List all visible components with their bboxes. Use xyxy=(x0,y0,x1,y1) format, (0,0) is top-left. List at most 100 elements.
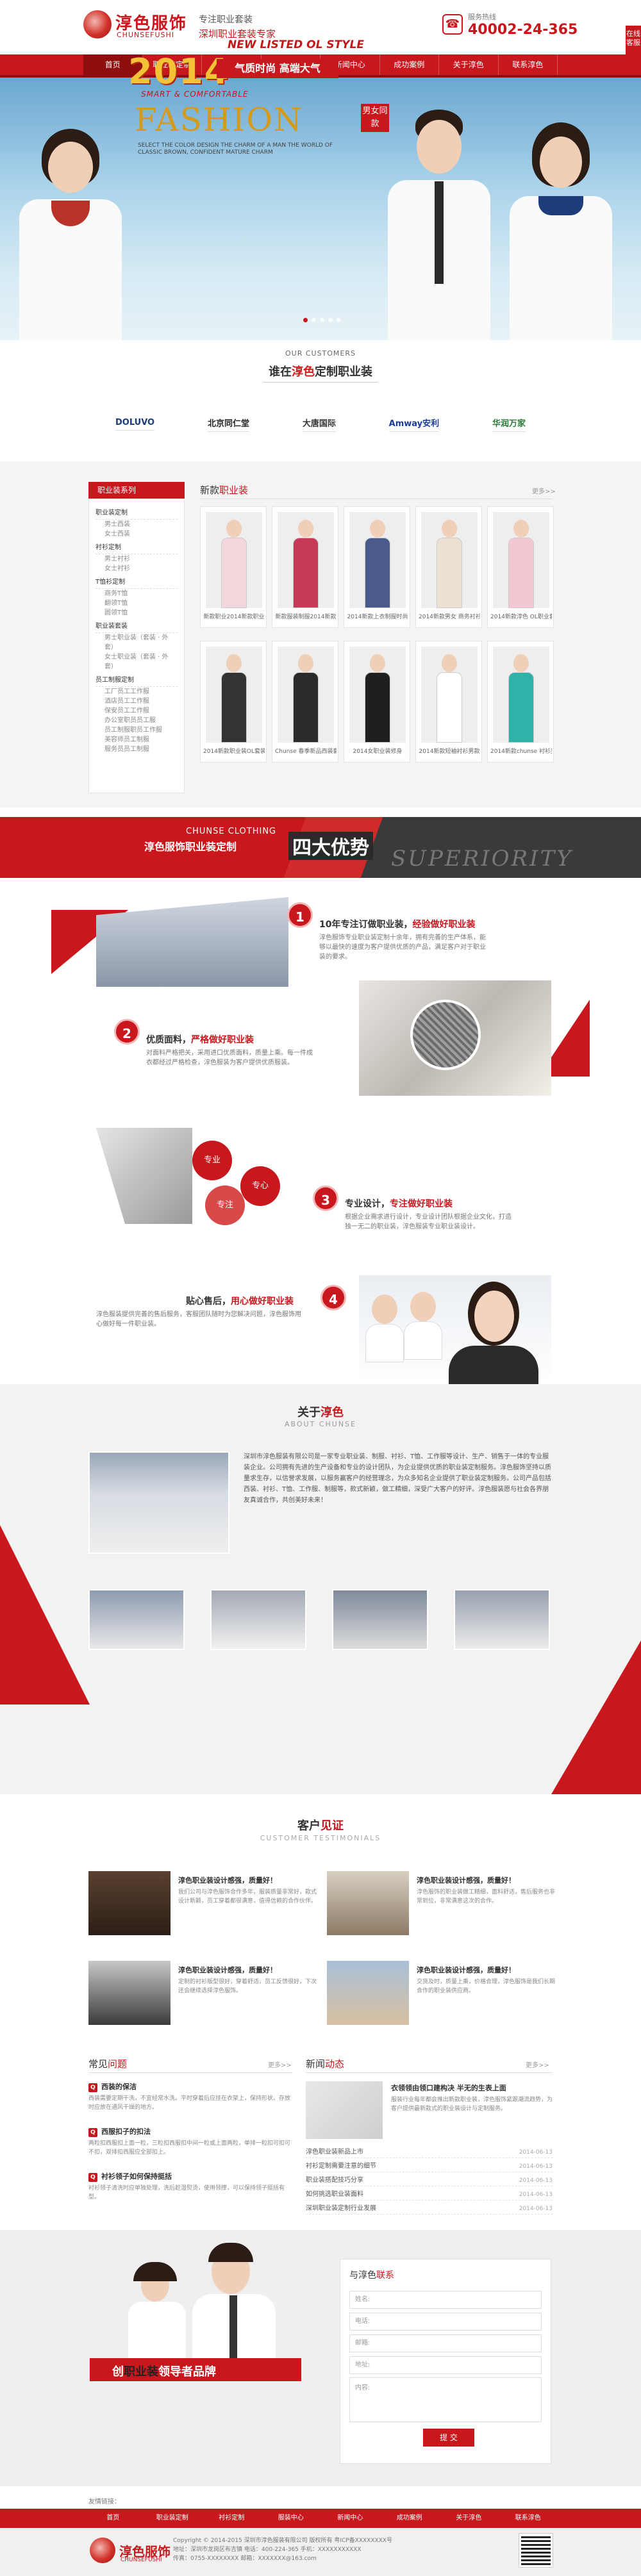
header-slogan: 专注职业套装 xyxy=(199,15,253,25)
product-card[interactable]: 2014新款chunse 衬衫男款 xyxy=(487,641,554,763)
testimonial-card[interactable]: 淳色职业装设计感强，质量好！ 交货及时，质量上乘，价格合理，淳色服饰是我们长期合… xyxy=(327,1961,558,2031)
news-feature-title[interactable]: 衣领领由领口建构决 半无的生表上面 xyxy=(391,2083,506,2093)
phone-field[interactable]: 电话: xyxy=(349,2313,542,2331)
about-thumbnail[interactable] xyxy=(332,1589,428,1650)
faq-question[interactable]: 西服扣子的扣法 xyxy=(88,2126,292,2137)
sidebar-category[interactable]: 职业装套装 xyxy=(96,620,178,633)
sidebar-category[interactable]: 衬衫定制 xyxy=(96,541,178,554)
faq-question[interactable]: 衬衫领子如何保持挺括 xyxy=(88,2171,292,2182)
testimonials-title: 客户见证 xyxy=(0,1817,641,1833)
footer-nav-item[interactable]: 联系淳色 xyxy=(499,2509,558,2528)
circle-badge: 专注 xyxy=(205,1185,245,1225)
news-item-title: 衬衫定制需要注意的细节 xyxy=(306,2163,376,2170)
product-caption[interactable]: 2014女职业装修身 xyxy=(347,747,408,755)
news-more-link[interactable]: 更多>> xyxy=(526,2060,549,2069)
customer-logo[interactable]: Amway安利 xyxy=(388,414,440,432)
footer-nav-item[interactable]: 新闻中心 xyxy=(320,2509,380,2528)
customer-logo[interactable]: 华润万家 xyxy=(492,414,526,432)
product-card[interactable]: 新款职业2014新款职业 xyxy=(200,506,267,628)
logo-icon[interactable] xyxy=(83,10,112,38)
testimonial-text: 淳色服饰的职业装做工精细，面料舒适，售后服务也非常到位，非常满意这次的合作。 xyxy=(417,1889,556,1904)
footer-nav-item[interactable]: 职业装定制 xyxy=(143,2509,203,2528)
sidebar-subcategory[interactable]: 商务T恤 xyxy=(96,589,178,599)
testimonial-card[interactable]: 淳色职业装设计感强，质量好！ 我们公司与淳色服饰合作多年，服装质量非常好，款式设… xyxy=(88,1871,319,1942)
customers-title-pre: 谁在 xyxy=(269,365,292,379)
sidebar-subcategory[interactable]: 保安员工工作服 xyxy=(96,706,178,716)
news-list-item[interactable]: 淳色职业装新品上市 2014-06-13 xyxy=(306,2147,553,2158)
testimonial-card[interactable]: 淳色职业装设计感强，质量好！ 淳色服饰的职业装做工精细，面料舒适，售后服务也非常… xyxy=(327,1871,558,1942)
product-card[interactable]: Chunse 春季新品西装套装 xyxy=(272,641,338,763)
about-thumbnail[interactable] xyxy=(88,1589,185,1650)
product-card[interactable]: 2014新款淳色 OL职业套装 xyxy=(487,506,554,628)
slider-dot[interactable] xyxy=(312,318,316,322)
product-card[interactable]: 2014新款上衣制服时尚 xyxy=(344,506,410,628)
footer-nav-item[interactable]: 衬衫定制 xyxy=(202,2509,262,2528)
customer-logo[interactable]: 大唐国际 xyxy=(302,414,336,432)
sidebar-subcategory[interactable]: 男士职业装（套装 · 外套） xyxy=(96,633,178,652)
slider-dot[interactable] xyxy=(303,318,308,322)
testimonial-card[interactable]: 淳色职业装设计感强，质量好！ 定制的衬衫版型很好，穿着舒适，员工反馈很好，下次还… xyxy=(88,1961,319,2031)
product-card[interactable]: 新款服装制服2014新款 xyxy=(272,506,338,628)
sidebar-subcategory[interactable]: 男士西装 xyxy=(96,520,178,529)
sidebar-subcategory[interactable]: 美容师员工制服 xyxy=(96,735,178,745)
advantage-title-4: 贴心售后，用心做好职业装 xyxy=(186,1294,294,1307)
footer-nav-item[interactable]: 首页 xyxy=(83,2509,143,2528)
address-field[interactable]: 地址: xyxy=(349,2356,542,2374)
sidebar-subcategory[interactable]: 女士衬衫 xyxy=(96,564,178,574)
product-card[interactable]: 2014女职业装修身 xyxy=(344,641,410,763)
news-feature-image[interactable] xyxy=(306,2081,383,2139)
submit-button[interactable]: 提 交 xyxy=(423,2429,474,2447)
faq-more-link[interactable]: 更多>> xyxy=(268,2060,292,2069)
sidebar-subcategory[interactable]: 工厂员工工作服 xyxy=(96,687,178,697)
sidebar-subcategory[interactable]: 圆领T恤 xyxy=(96,608,178,618)
sidebar-subcategory[interactable]: 酒店员工工作服 xyxy=(96,697,178,706)
hero-banner[interactable] xyxy=(0,78,641,340)
message-field[interactable]: 内容: xyxy=(349,2377,542,2422)
product-card[interactable]: 2014新款短袖衬衫男款 xyxy=(415,641,482,763)
product-caption[interactable]: 2014新款职业装OL套装 xyxy=(203,747,265,755)
slider-dot[interactable] xyxy=(320,318,324,322)
slider-dot[interactable] xyxy=(337,318,341,322)
footer-address: 地址：深圳市龙岗区布吉镇 电话：400-224-365 手机：XXXXXXXXX… xyxy=(173,2547,362,2553)
product-caption[interactable]: 新款职业2014新款职业 xyxy=(203,612,265,620)
product-caption[interactable]: 2014新款chunse 衬衫男款 xyxy=(490,747,552,755)
footer-nav-item[interactable]: 成功案例 xyxy=(380,2509,440,2528)
news-list-item[interactable]: 深圳职业装定制行业发展 2014-06-13 xyxy=(306,2203,553,2215)
about-thumbnail[interactable] xyxy=(210,1589,306,1650)
sidebar-subcategory[interactable]: 女士职业装（套装 · 外套） xyxy=(96,652,178,672)
sidebar-subcategory[interactable]: 翻领T恤 xyxy=(96,599,178,608)
more-link[interactable]: 更多>> xyxy=(532,486,556,495)
sidebar-category[interactable]: 职业装定制 xyxy=(96,507,178,520)
about-thumbnail[interactable] xyxy=(454,1589,550,1650)
slider-dot[interactable] xyxy=(328,318,333,322)
nav-item-cases[interactable]: 成功案例 xyxy=(380,54,439,75)
product-caption[interactable]: 2014新款短袖衬衫男款 xyxy=(419,747,480,755)
nav-item-contact[interactable]: 联系淳色 xyxy=(499,54,558,75)
sidebar-subcategory[interactable]: 女士西装 xyxy=(96,529,178,539)
product-card[interactable]: 2014新款男女 商务衬衫 xyxy=(415,506,482,628)
sidebar-category[interactable]: T恤衫定制 xyxy=(96,576,178,589)
news-list-item[interactable]: 如何挑选职业装面料 2014-06-13 xyxy=(306,2189,553,2200)
product-card[interactable]: 2014新款职业装OL套装 xyxy=(200,641,267,763)
sidebar-subcategory[interactable]: 服务员员工制服 xyxy=(96,745,178,754)
product-caption[interactable]: 2014新款上衣制服时尚 xyxy=(347,612,408,620)
name-field[interactable]: 姓名: xyxy=(349,2291,542,2309)
product-caption[interactable]: 2014新款男女 商务衬衫 xyxy=(419,612,480,620)
customer-logo[interactable]: 北京同仁堂 xyxy=(207,414,249,432)
email-field[interactable]: 邮箱: xyxy=(349,2334,542,2352)
sidebar-subcategory[interactable]: 男士衬衫 xyxy=(96,554,178,564)
sidebar-subcategory[interactable]: 办公室职员员工服 xyxy=(96,716,178,725)
sidebar-category[interactable]: 员工制服定制 xyxy=(96,674,178,687)
customer-logo[interactable]: DOLUVO xyxy=(115,415,155,431)
news-list-item[interactable]: 职业装搭配技巧分享 2014-06-13 xyxy=(306,2175,553,2186)
news-list-item[interactable]: 衬衫定制需要注意的细节 2014-06-13 xyxy=(306,2161,553,2172)
testimonial-photo xyxy=(88,1871,171,1935)
sidebar-subcategory[interactable]: 员工制服职员工作服 xyxy=(96,725,178,735)
product-caption[interactable]: Chunse 春季新品西装套装 xyxy=(275,747,337,755)
footer-nav-item[interactable]: 关于淳色 xyxy=(439,2509,499,2528)
nav-item-about[interactable]: 关于淳色 xyxy=(439,54,499,75)
footer-nav-item[interactable]: 服装中心 xyxy=(262,2509,321,2528)
product-caption[interactable]: 新款服装制服2014新款 xyxy=(275,612,337,620)
faq-question[interactable]: 西装的保洁 xyxy=(88,2081,292,2092)
product-caption[interactable]: 2014新款淳色 OL职业套装 xyxy=(490,612,552,620)
